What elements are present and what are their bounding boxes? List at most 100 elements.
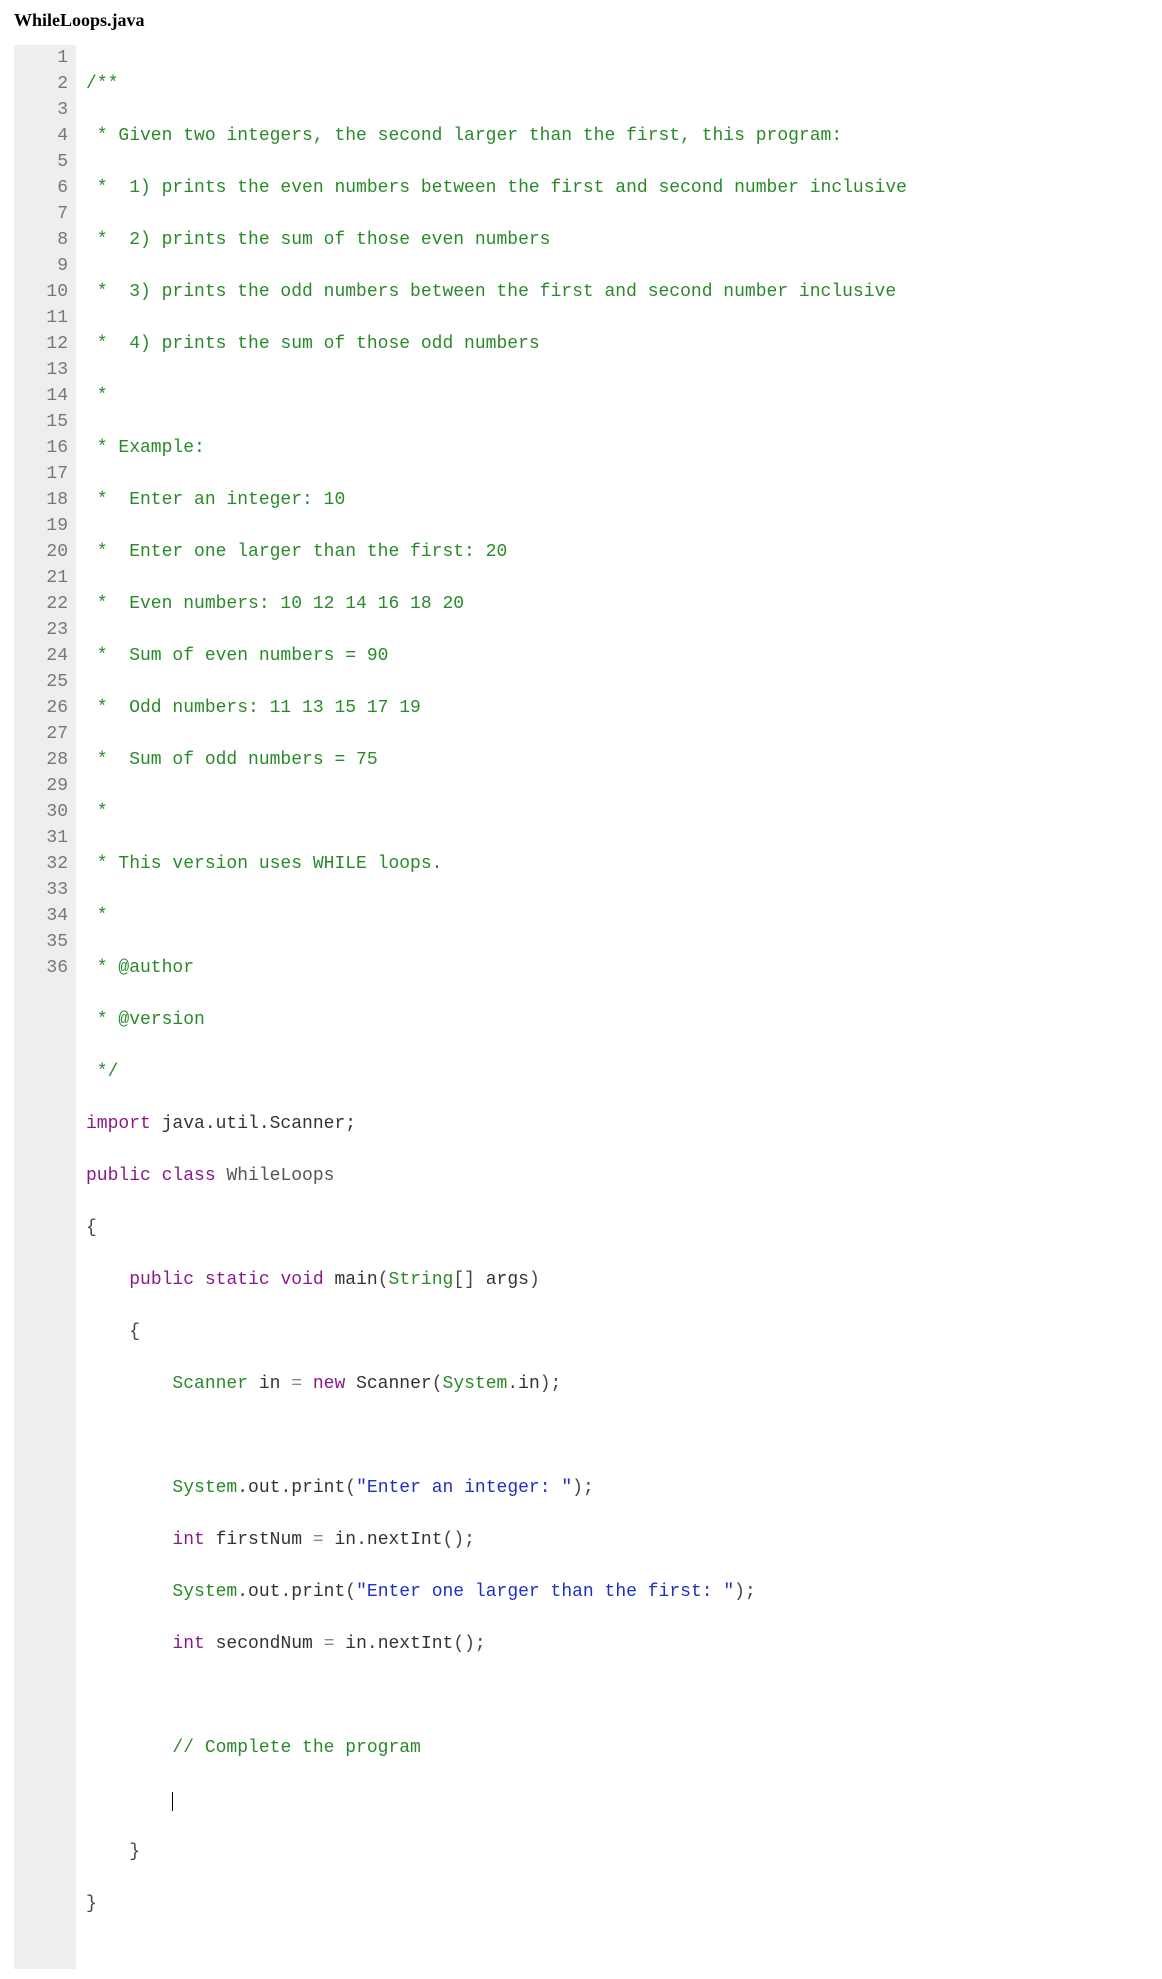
code-line: import java.util.Scanner; — [86, 1111, 1124, 1137]
code-line: * This version uses WHILE loops. — [86, 851, 1124, 877]
code-line: } — [86, 1891, 1124, 1917]
code-line: * 1) prints the even numbers between the… — [86, 175, 1124, 201]
line-number: 7 — [14, 201, 68, 227]
keyword-import: import — [86, 1114, 151, 1134]
keyword-class: class — [162, 1166, 216, 1186]
doc-comment: * Sum of even numbers = 90 — [86, 646, 388, 666]
doc-comment: * Given two integers, the second larger … — [86, 126, 842, 146]
assign: = — [324, 1634, 346, 1654]
code-line: * Example: — [86, 435, 1124, 461]
line-number: 3 — [14, 97, 68, 123]
line-number-gutter: 1234567891011121314151617181920212223242… — [14, 45, 76, 1969]
code-line: Scanner in = new Scanner(System.in); — [86, 1371, 1124, 1397]
doc-comment: * 2) prints the sum of those even number… — [86, 230, 550, 250]
line-number: 32 — [14, 851, 68, 877]
doc-comment: * Sum of odd numbers = 75 — [86, 750, 378, 770]
method-nextInt: nextInt — [367, 1530, 443, 1550]
system-in: in — [518, 1374, 540, 1394]
line-number: 30 — [14, 799, 68, 825]
line-number: 4 — [14, 123, 68, 149]
code-line: * 2) prints the sum of those even number… — [86, 227, 1124, 253]
code-line: * Odd numbers: 11 13 15 17 19 — [86, 695, 1124, 721]
code-line: * Enter one larger than the first: 20 — [86, 539, 1124, 565]
var-in: in — [248, 1374, 291, 1394]
doc-comment: * — [86, 906, 118, 926]
system-out: out — [248, 1478, 280, 1498]
code-line: } — [86, 1839, 1124, 1865]
indent — [86, 1790, 172, 1810]
keyword-public: public — [86, 1166, 151, 1186]
paren: ( — [345, 1582, 356, 1602]
type-scanner: Scanner — [172, 1374, 248, 1394]
method-print: print — [291, 1582, 345, 1602]
ctor-scanner: Scanner — [345, 1374, 431, 1394]
line-number: 6 — [14, 175, 68, 201]
code-line — [86, 1423, 1124, 1449]
code-line: * 4) prints the sum of those odd numbers — [86, 331, 1124, 357]
dot: . — [367, 1634, 378, 1654]
brace: } — [86, 1894, 97, 1914]
doc-comment: * @author — [86, 958, 205, 978]
code-line: * @version — [86, 1007, 1124, 1033]
code-line: public class WhileLoops — [86, 1163, 1124, 1189]
system-out: out — [248, 1582, 280, 1602]
code-line: * — [86, 383, 1124, 409]
line-number: 25 — [14, 669, 68, 695]
indent — [86, 1582, 172, 1602]
code-line: * Enter an integer: 10 — [86, 487, 1124, 513]
string-literal: "Enter one larger than the first: " — [356, 1582, 734, 1602]
package-name: java.util.Scanner; — [151, 1114, 356, 1134]
file-title: WhileLoops.java — [14, 10, 1148, 31]
method-name: main — [324, 1270, 378, 1290]
line-number: 36 — [14, 955, 68, 981]
line-number: 24 — [14, 643, 68, 669]
doc-comment: /** — [86, 74, 118, 94]
line-number: 27 — [14, 721, 68, 747]
line-number: 20 — [14, 539, 68, 565]
line-number: 1 — [14, 45, 68, 71]
code-line: * Even numbers: 10 12 14 16 18 20 — [86, 591, 1124, 617]
code-line: int secondNum = in.nextInt(); — [86, 1631, 1124, 1657]
line-number: 22 — [14, 591, 68, 617]
method-nextInt: nextInt — [378, 1634, 454, 1654]
code-line: int firstNum = in.nextInt(); — [86, 1527, 1124, 1553]
code-line: System.out.print("Enter one larger than … — [86, 1579, 1124, 1605]
keyword-int: int — [172, 1634, 204, 1654]
line-number: 33 — [14, 877, 68, 903]
keyword-public: public — [129, 1270, 194, 1290]
line-number: 19 — [14, 513, 68, 539]
code-editor: 1234567891011121314151617181920212223242… — [14, 45, 1124, 1969]
method-print: print — [291, 1478, 345, 1498]
code-line: { — [86, 1215, 1124, 1241]
parens: (); — [453, 1634, 485, 1654]
doc-comment: * Enter one larger than the first: 20 — [86, 542, 507, 562]
paren: ) — [529, 1270, 540, 1290]
paren: ( — [345, 1478, 356, 1498]
doc-comment: * — [86, 386, 118, 406]
line-number: 28 — [14, 747, 68, 773]
indent — [86, 1634, 172, 1654]
keyword-void: void — [280, 1270, 323, 1290]
indent — [86, 1270, 129, 1290]
indent — [86, 1530, 172, 1550]
code-area[interactable]: /** * Given two integers, the second lar… — [76, 45, 1124, 1969]
code-line — [86, 1787, 1124, 1813]
line-number: 16 — [14, 435, 68, 461]
line-number: 26 — [14, 695, 68, 721]
code-line: * — [86, 799, 1124, 825]
code-line: { — [86, 1319, 1124, 1345]
code-line — [86, 1683, 1124, 1709]
var-in-ref: in — [345, 1634, 367, 1654]
var-in-ref: in — [334, 1530, 356, 1550]
doc-comment: * @version — [86, 1010, 216, 1030]
text-cursor-icon — [172, 1792, 173, 1811]
keyword-int: int — [172, 1530, 204, 1550]
paren: ); — [734, 1582, 756, 1602]
indent — [86, 1322, 129, 1342]
code-line: * 3) prints the odd numbers between the … — [86, 279, 1124, 305]
indent — [86, 1478, 172, 1498]
line-number: 14 — [14, 383, 68, 409]
brace: { — [86, 1218, 97, 1238]
brace: } — [86, 1842, 140, 1862]
doc-comment: * Even numbers: 10 12 14 16 18 20 — [86, 594, 464, 614]
